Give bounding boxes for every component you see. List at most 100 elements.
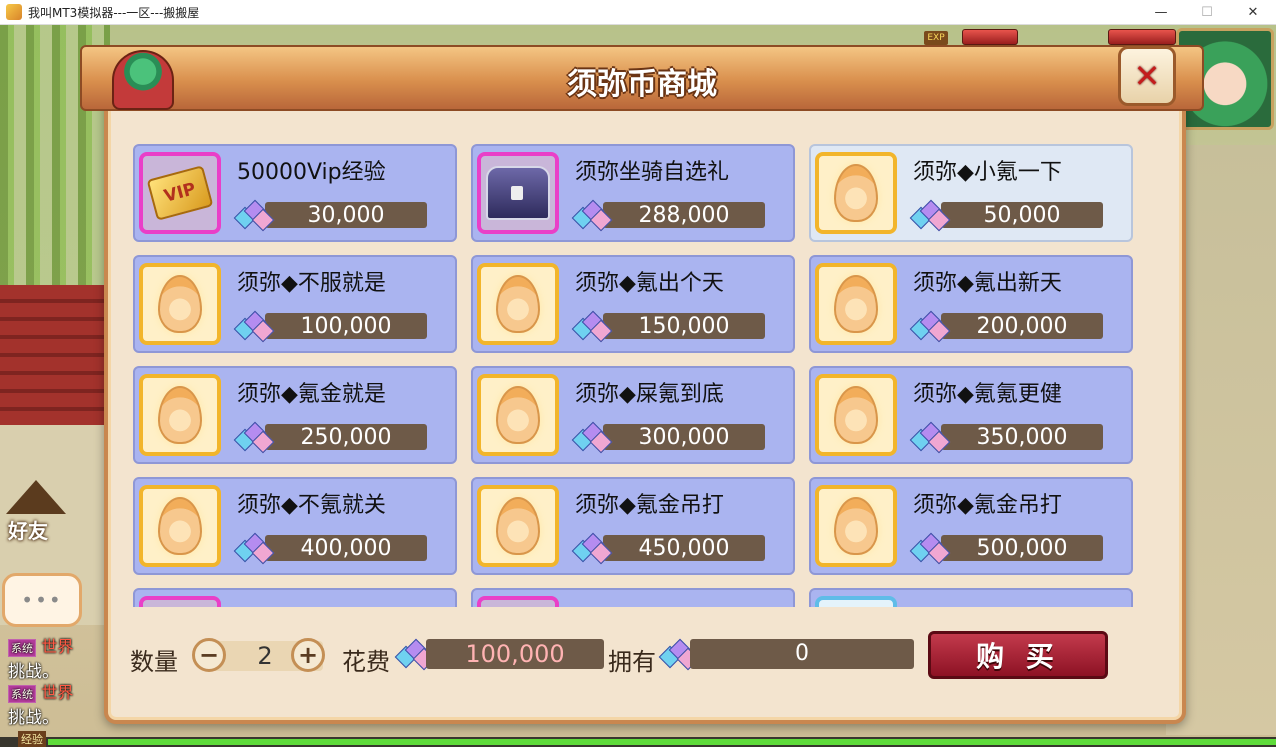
exp-bar xyxy=(0,737,1276,747)
item-price: 450,000 xyxy=(638,536,730,561)
item-icon-frame xyxy=(477,596,559,607)
item-price: 50,000 xyxy=(983,203,1061,228)
exp-badge: EXP xyxy=(924,31,948,45)
shop-item-card[interactable]: 须弥◆小氪一下 50,000 xyxy=(809,144,1133,242)
currency-gem-icon xyxy=(233,421,275,454)
item-name: 须弥◆不服就是 xyxy=(237,271,386,296)
item-price-bar: 500,000 xyxy=(941,535,1103,561)
system-badge: 系统 xyxy=(8,639,36,657)
quantity-label: 数量 xyxy=(130,648,178,676)
chat-channel: 世界 xyxy=(41,683,74,702)
cost-label: 花费 xyxy=(342,648,390,676)
item-name: 须弥◆氪金吊打 xyxy=(575,493,724,518)
item-price: 250,000 xyxy=(300,425,392,450)
egg-icon xyxy=(834,386,878,444)
egg-icon xyxy=(158,497,202,555)
egg-icon xyxy=(158,275,202,333)
item-icon-frame xyxy=(139,374,221,456)
maximize-button[interactable]: ☐ xyxy=(1184,0,1230,24)
item-icon-frame xyxy=(477,152,559,234)
friend-button[interactable]: 好友 xyxy=(0,480,80,560)
item-price-bar: 450,000 xyxy=(603,535,765,561)
decrease-quantity-button[interactable]: − xyxy=(192,638,226,672)
shop-item-card[interactable]: 须弥◆氪氪更健 350,000 xyxy=(809,366,1133,464)
item-icon-frame xyxy=(815,263,897,345)
item-price: 100,000 xyxy=(300,314,392,339)
egg-icon xyxy=(834,497,878,555)
shop-item-card[interactable]: 须弥◆不氪就关 400,000 xyxy=(133,477,457,575)
shop-item-card[interactable]: 须弥◆氪金就是 250,000 xyxy=(133,366,457,464)
item-name: 须弥◆氪出新天 xyxy=(913,271,1062,296)
shop-item-card[interactable]: VIP 50000Vip经验 30,000 xyxy=(133,144,457,242)
item-price-bar: 100,000 xyxy=(265,313,427,339)
buy-button[interactable]: 购 买 xyxy=(928,631,1108,679)
item-icon-frame: VIP xyxy=(139,152,221,234)
item-grid[interactable]: VIP 50000Vip经验 30,000 须弥坐骑自选礼 288,000 须弥◆小氪一下… xyxy=(133,144,1139,607)
item-icon-frame xyxy=(815,374,897,456)
chat-message: 系统 世界 挑战。 xyxy=(8,633,108,682)
friend-label: 好友 xyxy=(8,519,48,543)
item-icon-frame xyxy=(139,596,221,607)
currency-gem-icon xyxy=(571,532,613,565)
item-price: 300,000 xyxy=(638,425,730,450)
close-shop-button[interactable]: ✕ xyxy=(1118,46,1176,106)
item-icon-frame xyxy=(815,152,897,234)
currency-gem-icon xyxy=(233,199,275,232)
egg-icon xyxy=(158,386,202,444)
item-name: 须弥◆不氪就关 xyxy=(237,493,386,518)
window-titlebar: 我叫MT3模拟器---一区---搬搬屋 — ☐ ✕ xyxy=(0,0,1276,25)
shop-item-card[interactable]: 须弥◆不服就是 100,000 xyxy=(133,255,457,353)
system-badge: 系统 xyxy=(8,685,36,703)
friend-hat-icon xyxy=(6,480,66,514)
item-price-bar: 400,000 xyxy=(265,535,427,561)
currency-gem-icon xyxy=(571,199,613,232)
roof-decoration xyxy=(0,285,120,435)
item-icon-frame xyxy=(477,374,559,456)
status-bar-right xyxy=(1108,29,1176,45)
item-name: 50000Vip经验 xyxy=(237,160,386,185)
currency-gem-icon xyxy=(909,421,951,454)
shop-item-card[interactable] xyxy=(471,588,795,607)
shop-item-card[interactable]: 须弥坐骑自选礼 288,000 xyxy=(471,144,795,242)
shop-item-card[interactable]: 须弥◆氪出个天 150,000 xyxy=(471,255,795,353)
item-price: 288,000 xyxy=(638,203,730,228)
item-price: 200,000 xyxy=(976,314,1068,339)
shop-item-card[interactable]: 须弥◆氪金吊打 450,000 xyxy=(471,477,795,575)
item-name: 须弥◆氪金吊打 xyxy=(913,493,1062,518)
shop-item-card[interactable]: 须弥◆氪出新天 200,000 xyxy=(809,255,1133,353)
chat-channel: 世界 xyxy=(41,637,74,656)
egg-icon xyxy=(834,164,878,222)
shop-title: 须弥币商城 xyxy=(567,67,717,102)
item-icon-frame xyxy=(139,485,221,567)
item-name: 须弥◆氪金就是 xyxy=(237,382,386,407)
shop-item-card[interactable] xyxy=(133,588,457,607)
currency-gem-icon xyxy=(909,199,951,232)
item-price: 400,000 xyxy=(300,536,392,561)
treasure-chest-icon xyxy=(486,166,550,220)
window-title: 我叫MT3模拟器---一区---搬搬屋 xyxy=(28,5,200,20)
currency-gem-icon xyxy=(233,532,275,565)
shop-item-card[interactable]: 须弥◆氪金吊打 500,000 xyxy=(809,477,1133,575)
vip-ticket-icon: VIP xyxy=(146,165,214,221)
status-bar-left xyxy=(962,29,1018,45)
item-name: 须弥◆屎氪到底 xyxy=(575,382,724,407)
exp-label: 经验 xyxy=(18,731,46,747)
item-price-bar: 250,000 xyxy=(265,424,427,450)
minimize-button[interactable]: — xyxy=(1138,0,1184,24)
item-price: 30,000 xyxy=(307,203,385,228)
owned-label: 拥有 xyxy=(608,648,656,676)
increase-quantity-button[interactable]: + xyxy=(291,638,325,672)
close-window-button[interactable]: ✕ xyxy=(1230,0,1276,24)
exp-bar-fill xyxy=(48,739,1276,745)
item-price-bar: 200,000 xyxy=(941,313,1103,339)
chat-bubble-icon[interactable]: ••• xyxy=(2,573,82,627)
item-price-bar: 150,000 xyxy=(603,313,765,339)
shop-item-card[interactable] xyxy=(809,588,1133,607)
currency-gem-icon xyxy=(233,310,275,343)
shop-item-card[interactable]: 须弥◆屎氪到底 300,000 xyxy=(471,366,795,464)
app-icon xyxy=(6,4,22,20)
item-name: 须弥◆小氪一下 xyxy=(913,160,1062,185)
item-name: 须弥◆氪氪更健 xyxy=(913,382,1062,407)
currency-gem-icon xyxy=(909,532,951,565)
chat-text: 挑战。 xyxy=(8,708,59,728)
